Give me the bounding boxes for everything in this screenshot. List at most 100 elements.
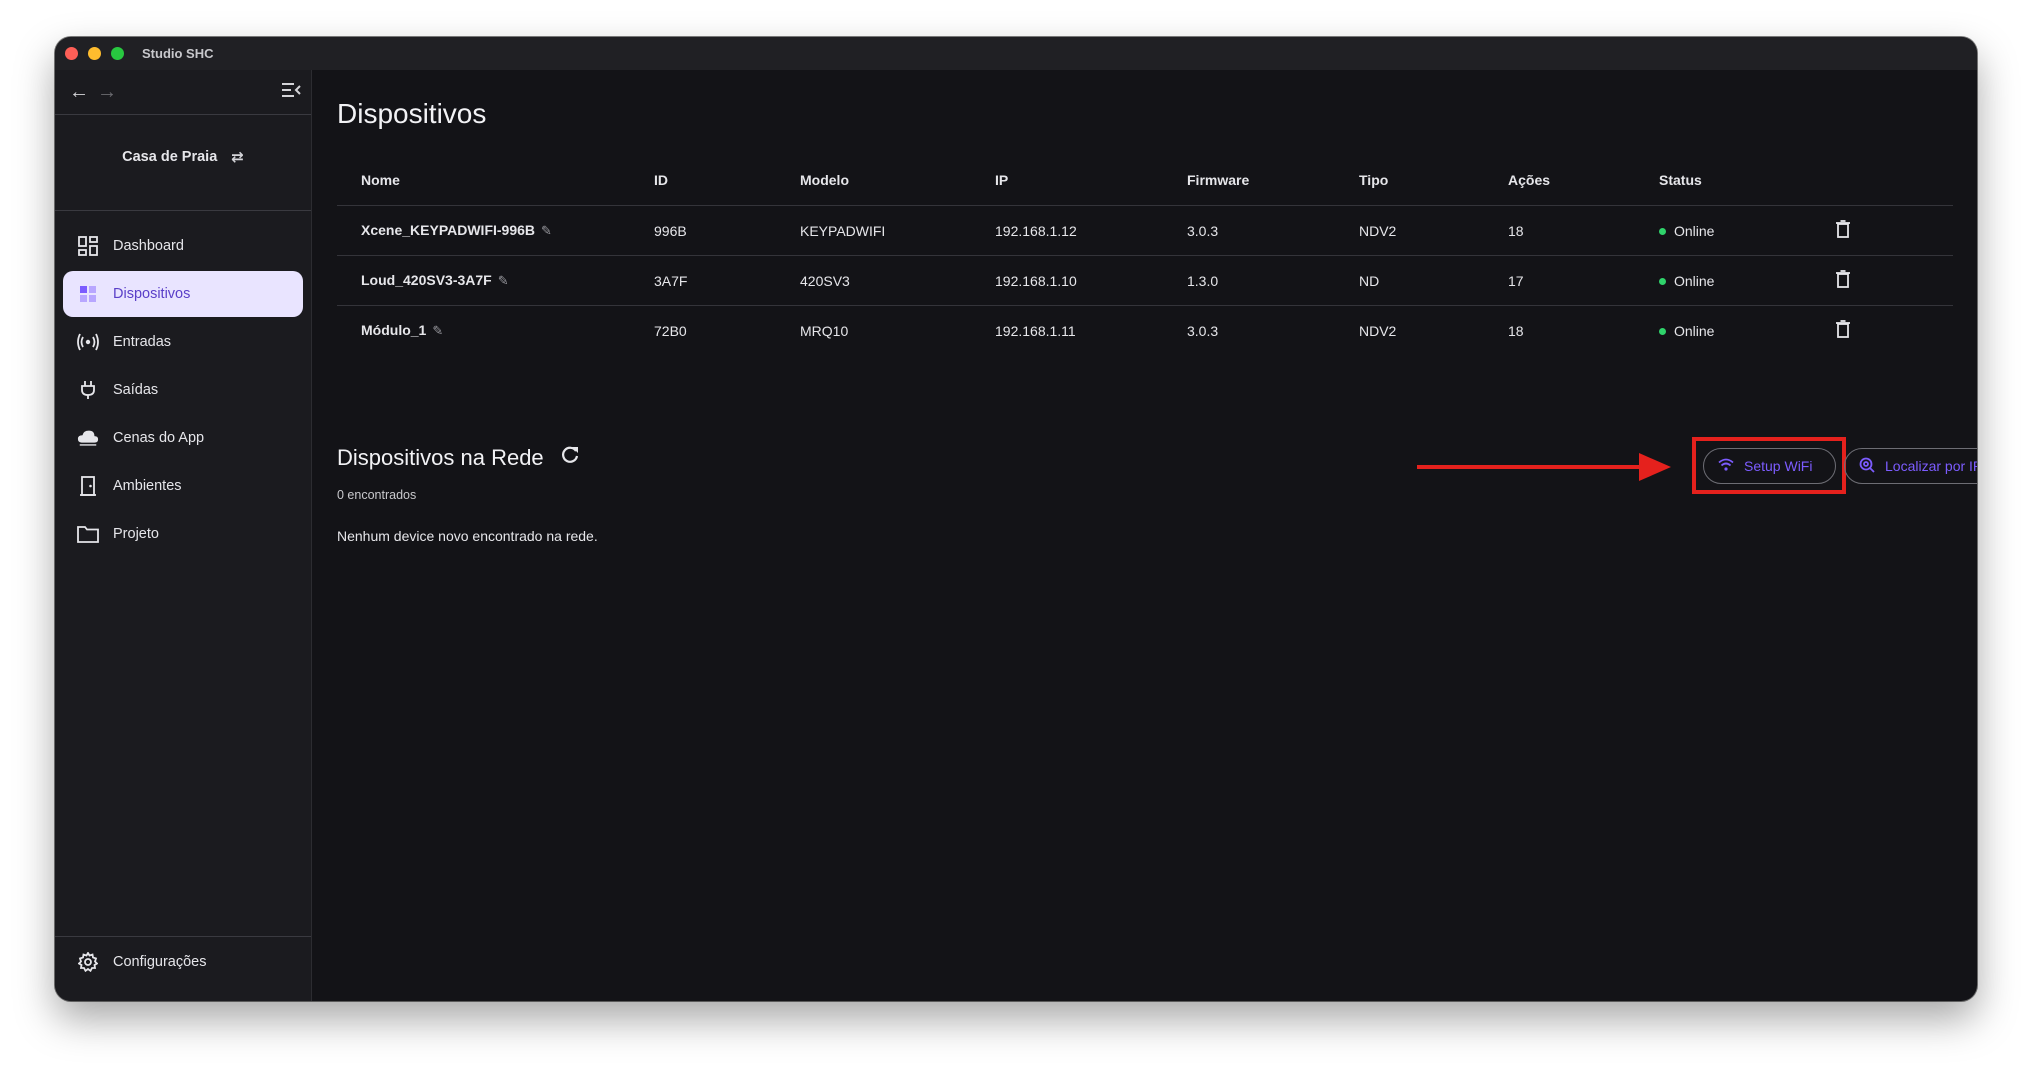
status-text: Online xyxy=(1674,223,1715,240)
sidebar-item-projeto[interactable]: Projeto xyxy=(63,511,303,557)
delete-cell xyxy=(1835,205,1953,256)
device-id: 996B xyxy=(653,205,799,256)
column-header: Tipo xyxy=(1358,155,1507,206)
sidebar-item-saidas[interactable]: Saídas xyxy=(63,367,303,413)
status-text: Online xyxy=(1674,323,1715,340)
device-type: ND xyxy=(1358,255,1507,306)
device-ip: 192.168.1.12 xyxy=(994,205,1186,256)
project-switcher[interactable]: Casa de Praia ⇄ xyxy=(55,127,311,187)
column-header: Firmware xyxy=(1186,155,1358,206)
device-status: Online xyxy=(1658,306,1835,356)
edit-pencil-icon[interactable]: ✎ xyxy=(498,273,509,288)
devices-grid-icon xyxy=(77,283,99,305)
delete-cell xyxy=(1835,306,1953,356)
device-firmware: 3.0.3 xyxy=(1187,322,1219,339)
device-name-cell: Xcene_KEYPADWIFI-996B ✎ xyxy=(337,205,653,256)
device-actions-count: 18 xyxy=(1507,205,1658,256)
device-model: KEYPADWIFI xyxy=(799,205,994,256)
trash-icon[interactable] xyxy=(1836,320,1850,338)
trash-icon[interactable] xyxy=(1836,270,1850,288)
device-model: 420SV3 xyxy=(799,255,994,306)
device-firmware: 1.3.0 xyxy=(1186,255,1358,306)
device-name-cell: Loud_420SV3-3A7F ✎ xyxy=(337,255,653,306)
column-header: IP xyxy=(994,155,1186,206)
device-type: NDV2 xyxy=(1358,205,1507,256)
setup-wifi-label: Setup WiFi xyxy=(1744,458,1813,474)
column-header: Modelo xyxy=(799,155,994,206)
sidebar-item-configuracoes[interactable]: Configurações xyxy=(63,939,303,985)
sidebar-item-cenas[interactable]: Cenas do App xyxy=(63,415,303,461)
device-name: Loud_420SV3-3A7F xyxy=(361,272,492,288)
collapse-sidebar-icon[interactable] xyxy=(281,82,301,103)
sidebar-item-label: Dashboard xyxy=(113,238,184,254)
radar-search-icon xyxy=(1859,457,1875,476)
delete-cell xyxy=(1835,255,1953,306)
online-dot-icon xyxy=(1659,327,1666,335)
plug-icon xyxy=(77,379,99,401)
broadcast-icon xyxy=(77,331,99,353)
table-row[interactable]: Xcene_KEYPADWIFI-996B ✎ 996B KEYPADWIFI 1… xyxy=(337,205,1953,256)
minimize-window-button[interactable] xyxy=(88,47,101,60)
column-header-actions xyxy=(1835,155,1953,206)
network-section-title: Dispositivos na Rede xyxy=(337,445,580,471)
app-window: Studio SHC ← → Casa de Praia ⇄ Dashboard xyxy=(55,37,1977,1001)
page-title: Dispositivos xyxy=(337,98,487,129)
sidebar-item-label: Projeto xyxy=(113,526,159,542)
sidebar-item-label: Ambientes xyxy=(113,478,182,494)
setup-wifi-button[interactable]: Setup WiFi xyxy=(1703,448,1836,484)
sidebar-item-dispositivos[interactable]: Dispositivos xyxy=(63,271,303,317)
table-row[interactable]: Loud_420SV3-3A7F ✎ 3A7F 420SV3 192.168.1.… xyxy=(337,255,1953,306)
project-name: Casa de Praia xyxy=(122,149,218,165)
column-header: ID xyxy=(653,155,799,206)
device-actions-count: 17 xyxy=(1507,255,1658,306)
window-title: Studio SHC xyxy=(142,46,214,61)
device-name-cell: Módulo_1 ✎ xyxy=(337,306,653,356)
wifi-icon xyxy=(1718,458,1734,474)
sidebar-item-dashboard[interactable]: Dashboard xyxy=(63,223,303,269)
title-bar: Studio SHC xyxy=(55,37,1977,70)
device-id: 3A7F xyxy=(653,255,799,306)
column-header: Ações xyxy=(1507,155,1658,206)
door-icon xyxy=(77,475,99,497)
device-ip: 192.168.1.10 xyxy=(994,255,1186,306)
annotation-arrow-icon xyxy=(1417,450,1677,489)
device-status: Online xyxy=(1658,255,1835,306)
sidebar-item-entradas[interactable]: Entradas xyxy=(63,319,303,365)
sidebar-menu: Dashboard Dispositivos Entradas Saídas C… xyxy=(63,223,303,559)
refresh-icon[interactable] xyxy=(560,445,580,471)
window-controls xyxy=(65,47,124,60)
close-window-button[interactable] xyxy=(65,47,78,60)
nav-arrows: ← → xyxy=(65,80,301,104)
edit-pencil-icon[interactable]: ✎ xyxy=(541,223,552,238)
found-count: 0 encontrados xyxy=(337,488,417,502)
table-row[interactable]: Módulo_1 ✎ 72B0 MRQ10 192.168.1.11 3.0.3 … xyxy=(337,306,1953,356)
back-arrow-icon[interactable]: ← xyxy=(65,81,93,104)
dashboard-icon xyxy=(77,235,99,257)
sidebar-item-ambientes[interactable]: Ambientes xyxy=(63,463,303,509)
online-dot-icon xyxy=(1659,227,1666,235)
device-id: 72B0 xyxy=(654,322,687,339)
sidebar-bottom-menu: Configurações xyxy=(63,939,303,987)
forward-arrow-icon[interactable]: → xyxy=(93,81,121,104)
sidebar-item-label: Entradas xyxy=(113,334,172,350)
trash-icon[interactable] xyxy=(1836,220,1850,238)
empty-network-message: Nenhum device novo encontrado na rede. xyxy=(337,528,598,544)
swap-icon: ⇄ xyxy=(231,149,244,166)
edit-pencil-icon[interactable]: ✎ xyxy=(432,323,443,338)
sidebar-item-label: Dispositivos xyxy=(113,286,191,302)
sidebar-divider xyxy=(55,210,311,211)
status-text: Online xyxy=(1674,273,1715,290)
main-content: Dispositivos Nome ID Modelo IP Firmware … xyxy=(312,70,1977,1001)
devices-table: Nome ID Modelo IP Firmware Tipo Ações St… xyxy=(337,155,1953,355)
table-header-row: Nome ID Modelo IP Firmware Tipo Ações St… xyxy=(337,155,1953,206)
column-header: Status xyxy=(1658,155,1835,206)
find-by-ip-label: Localizar por IP xyxy=(1885,458,1977,474)
find-by-ip-button[interactable]: Localizar por IP xyxy=(1844,448,1977,484)
device-name: Módulo_1 xyxy=(361,322,427,338)
maximize-window-button[interactable] xyxy=(111,47,124,60)
device-ip: 192.168.1.11 xyxy=(995,322,1076,339)
sidebar-item-label: Configurações xyxy=(113,954,207,970)
online-dot-icon xyxy=(1659,277,1666,285)
sidebar-divider xyxy=(55,114,311,115)
gear-icon xyxy=(77,951,99,973)
